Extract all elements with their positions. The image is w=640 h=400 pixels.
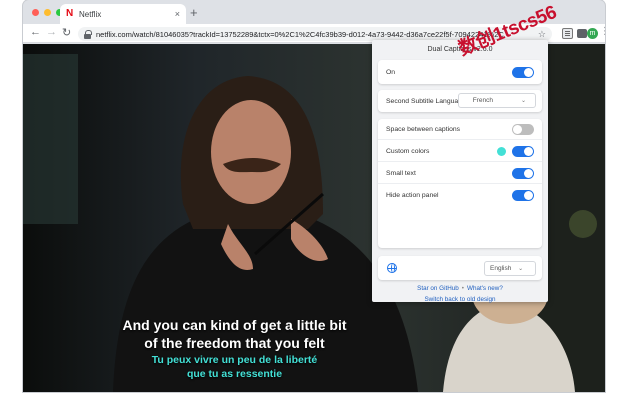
back-button[interactable]: ←	[30, 26, 41, 38]
ui-language-select[interactable]: English ⌄	[484, 261, 536, 276]
space-between-toggle[interactable]	[512, 123, 534, 135]
tab-close-icon[interactable]: ×	[175, 9, 180, 19]
chevron-down-icon: ⌄	[520, 98, 526, 104]
hide-action-panel-toggle[interactable]	[512, 190, 534, 201]
option-row-custom-colors[interactable]: Custom colors	[378, 141, 542, 162]
chevron-down-icon: ⌄	[518, 266, 524, 272]
whats-new-link[interactable]: What's new?	[467, 285, 503, 292]
dual-captions-popup: Dual Captions v2.6.0 On Second Subtitle …	[372, 40, 548, 303]
window-controls	[32, 9, 63, 16]
netflix-favicon-icon: N	[66, 8, 74, 19]
custom-colors-toggle[interactable]	[512, 145, 534, 157]
option-label: Small text	[386, 169, 416, 177]
main-toggle-switch[interactable]	[512, 67, 534, 78]
link-separator: •	[461, 285, 464, 292]
option-row-small-text[interactable]: Small text	[378, 163, 542, 184]
scene-plant	[569, 210, 597, 238]
switch-old-design-link[interactable]: Switch back to old design	[372, 296, 548, 303]
color-swatch[interactable]	[497, 146, 506, 156]
subtitle-secondary-line-1: Tu peux vivre un peu de la liberté	[151, 354, 318, 366]
minimize-window-button[interactable]	[44, 9, 51, 16]
star-on-github-link[interactable]: Star on GitHub	[417, 285, 459, 292]
option-label: Custom colors	[386, 147, 430, 155]
ui-language-card: English ⌄	[378, 256, 542, 280]
ui-language-value: English	[490, 265, 512, 272]
option-row-hide-action-panel[interactable]: Hide action panel	[378, 185, 542, 206]
option-row-space-between[interactable]: Space between captions	[378, 119, 542, 140]
subtitle-primary-line-2: of the freedom that you felt	[144, 335, 325, 351]
tab-title: Netflix	[79, 9, 102, 19]
tab-netflix[interactable]: N Netflix ×	[60, 4, 186, 24]
popup-links: Star on GitHub • What's new?	[372, 285, 548, 292]
profile-avatar[interactable]: m	[587, 28, 598, 39]
second-language-card: Second Subtitle Language French ⌄	[378, 90, 542, 112]
extension-icon[interactable]	[577, 29, 587, 38]
globe-icon	[387, 263, 397, 273]
main-toggle-card: On	[378, 60, 542, 84]
person-face	[211, 100, 291, 204]
option-label: Space between captions	[386, 125, 461, 133]
options-card: Space between captions Custom colors Sma…	[378, 119, 542, 248]
option-label: Hide action panel	[386, 192, 439, 199]
forward-button[interactable]: →	[46, 26, 57, 38]
close-window-button[interactable]	[32, 9, 39, 16]
second-language-select[interactable]: French ⌄	[458, 93, 536, 108]
reload-button[interactable]: ↻	[62, 26, 71, 39]
dual-captions-extension-icon[interactable]	[562, 28, 573, 39]
small-text-toggle[interactable]	[512, 167, 534, 179]
subtitle-secondary-line-2: que tu as ressentie	[186, 368, 283, 380]
lock-icon[interactable]	[84, 29, 92, 39]
main-toggle-label: On	[386, 69, 396, 76]
second-language-value: French	[472, 97, 493, 104]
scene-window-left	[23, 54, 78, 224]
subtitle-primary-line-1: And you can kind of get a little bit	[122, 317, 347, 333]
new-tab-button[interactable]: +	[190, 5, 198, 20]
main-toggle-row[interactable]: On	[378, 62, 542, 83]
browser-menu-icon[interactable]: ⋮	[600, 27, 605, 37]
